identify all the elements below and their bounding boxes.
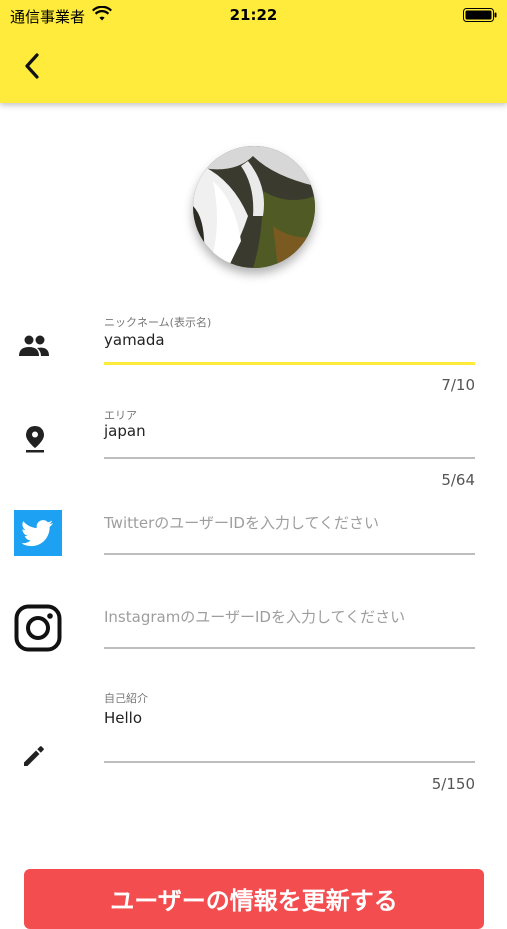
nickname-underline [104, 362, 475, 365]
twitter-input[interactable]: TwitterのユーザーIDを入力してください [104, 512, 379, 533]
area-underline [104, 457, 475, 459]
area-input[interactable]: japan [104, 422, 146, 440]
nickname-input[interactable]: yamada [104, 331, 165, 349]
status-bar: 通信事業者 21:22 [0, 0, 507, 30]
area-counter: 5/64 [441, 471, 475, 489]
instagram-input[interactable]: InstagramのユーザーIDを入力してください [104, 606, 405, 627]
nickname-label: ニックネーム(表示名) [104, 316, 212, 329]
location-pin-icon [22, 424, 48, 454]
instagram-icon [14, 604, 62, 652]
profile-avatar[interactable] [193, 146, 315, 268]
people-icon [18, 332, 50, 360]
bio-input[interactable]: Hello [104, 709, 142, 727]
nickname-counter: 7/10 [441, 376, 475, 394]
bio-label: 自己紹介 [104, 692, 148, 705]
avatar-photo [193, 146, 315, 268]
twitter-icon [14, 510, 62, 556]
battery-icon [463, 8, 497, 22]
twitter-underline [104, 553, 475, 555]
update-user-button[interactable]: ユーザーの情報を更新する [24, 869, 484, 929]
bio-underline [104, 761, 475, 763]
back-button[interactable] [14, 48, 50, 84]
bio-counter: 5/150 [431, 775, 475, 793]
back-arrow-icon [25, 53, 39, 79]
area-label: エリア [104, 409, 137, 422]
app-header: 通信事業者 21:22 [0, 0, 507, 103]
instagram-underline [104, 647, 475, 649]
status-time: 21:22 [229, 6, 278, 24]
pencil-icon [20, 742, 48, 770]
